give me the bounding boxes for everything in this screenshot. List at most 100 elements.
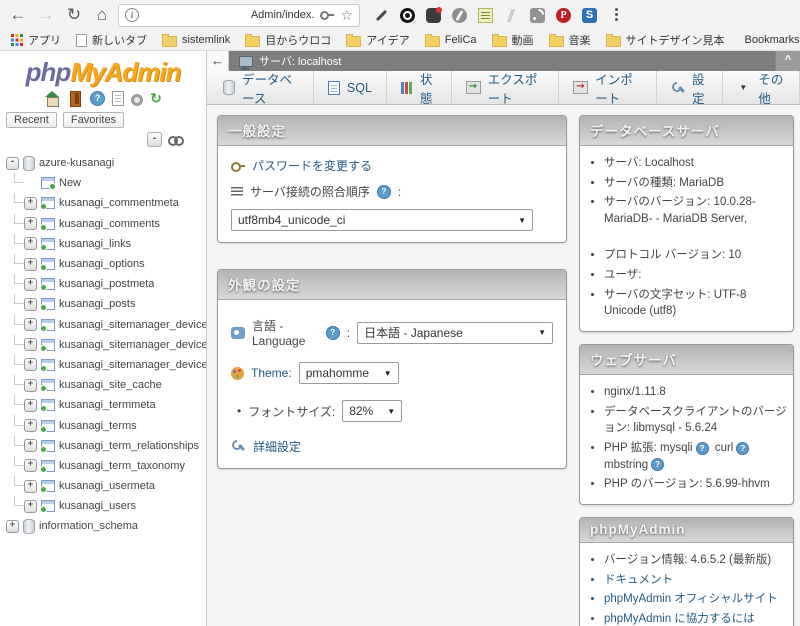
tree-row[interactable]: + kusanagi_site_cache [6,375,206,395]
bookmark-item[interactable]: 目からウロコ [240,32,336,48]
bookmark-item[interactable]: サイトデザイン見本 [601,32,730,48]
reload-navigation-icon[interactable]: ↻ [150,91,162,106]
eyedropper-icon[interactable] [374,8,389,23]
tree-row[interactable]: + kusanagi_terms [6,415,206,435]
tree-row[interactable]: + kusanagi_options [6,253,206,274]
home-icon[interactable]: ⌂ [90,1,114,29]
notes-icon[interactable] [478,7,493,23]
lightning-icon[interactable] [504,8,519,23]
bookmark-item[interactable]: アイデア [341,32,414,48]
font-size-select[interactable]: 82% ▼ [342,400,403,422]
favorites-button[interactable]: Favorites [62,112,125,128]
bookmark-item[interactable]: アプリ [6,32,66,48]
tab[interactable]: SQL [314,71,387,104]
help-icon[interactable]: ? [90,91,106,106]
evernote-icon[interactable] [426,6,442,23]
help-icon[interactable]: ? [376,184,391,199]
tree-toggle-icon[interactable]: + [24,257,37,271]
help-icon[interactable]: ? [736,441,750,455]
s-icon[interactable] [582,7,597,23]
tab[interactable]: インポート [559,71,658,106]
tree-row[interactable]: + kusanagi_commentmeta [6,193,206,213]
theme-label[interactable]: Theme: [251,366,292,380]
tree-row[interactable]: + kusanagi_term_taxonomy [6,455,206,476]
tree-toggle-icon[interactable]: + [24,499,37,513]
reload-icon[interactable]: ↻ [62,1,86,29]
collapse-all-button[interactable]: - [147,132,162,147]
url-bar[interactable]: i Admin/index. ☆ [118,3,360,27]
tree-toggle-icon[interactable]: + [24,358,37,372]
tree-row[interactable]: + kusanagi_links [6,233,206,254]
more-settings-link[interactable]: 詳細設定 [253,438,301,455]
recent-button[interactable]: Recent [6,112,57,128]
language-select[interactable]: 日本語 - Japanese ▼ [357,321,553,344]
change-password-link[interactable]: パスワードを変更する [252,157,372,174]
rss-icon[interactable] [530,7,545,23]
tree-toggle-icon[interactable]: + [24,217,37,231]
tree-toggle-icon[interactable]: + [6,519,19,533]
tree-row[interactable]: + kusanagi_users [6,496,206,516]
bookmark-item[interactable]: 音楽 [544,32,596,48]
tree-toggle-icon[interactable]: + [24,439,37,453]
hide-navigation-button[interactable]: ← [207,51,229,71]
tree-row[interactable]: - azure-kusanagi [6,153,206,173]
tree-toggle-icon[interactable]: + [24,297,37,311]
info-link[interactable]: phpMyAdmin オフィシャルサイト [604,591,789,608]
browser-menu-icon[interactable] [609,5,623,25]
tab[interactable]: 設定 [657,71,724,106]
documentation-icon[interactable] [112,91,125,106]
home-icon[interactable] [44,91,60,107]
tree-toggle-icon[interactable]: + [24,196,37,210]
tree-row[interactable]: + kusanagi_sitemanager_device_re [6,354,206,375]
target-icon[interactable] [400,7,415,23]
tree-row[interactable]: + kusanagi_term_relationships [6,435,206,456]
tree-row[interactable]: + kusanagi_comments [6,213,206,234]
tab[interactable]: その他 [723,71,800,106]
info-link[interactable]: ドキュメント [604,572,789,589]
tree-toggle-icon[interactable]: + [24,237,37,251]
help-icon[interactable]: ? [651,458,665,472]
url-text[interactable]: Admin/index. [145,9,315,21]
tree-row[interactable]: New [6,173,206,193]
link-with-main-panel-icon[interactable] [168,135,184,146]
tree-toggle-icon[interactable]: + [24,338,37,352]
info-link[interactable]: phpMyAdmin に協力するには [604,611,789,626]
help-icon[interactable]: ? [695,441,709,455]
tree-toggle-icon[interactable]: + [24,479,37,493]
logout-icon[interactable] [67,91,83,107]
swirl-icon[interactable] [452,7,467,23]
tree-row[interactable]: + kusanagi_termmeta [6,395,206,415]
tree-toggle-icon[interactable]: + [24,419,37,433]
theme-select[interactable]: pmahomme ▼ [298,362,399,384]
tree-row[interactable]: + kusanagi_sitemanager_device_gr [6,334,206,355]
bookmark-item[interactable]: Bookmarks [735,34,800,46]
tree-row[interactable]: + kusanagi_sitemanager_device [6,314,206,335]
tab[interactable]: データベース [209,71,314,106]
back-icon[interactable]: ← [6,1,30,29]
tab[interactable]: 状態 [387,71,452,106]
tree-toggle-icon[interactable]: - [6,156,19,170]
bookmark-item[interactable]: sistemlink [157,33,235,47]
tree-row[interactable]: + kusanagi_usermeta [6,476,206,496]
help-icon[interactable]: ? [325,325,340,340]
tree-toggle-icon[interactable]: + [24,277,37,291]
collation-select[interactable]: utf8mb4_unicode_ci ▼ [231,209,533,231]
phpmyadmin-logo[interactable]: phpMyAdmin [0,57,206,88]
page-info-icon[interactable]: i [125,8,139,22]
bookmark-item[interactable]: 動画 [487,32,539,48]
tree-row[interactable]: + kusanagi_posts [6,294,206,314]
tree-row[interactable]: + kusanagi_postmeta [6,274,206,294]
tree-toggle-icon[interactable]: + [24,318,37,332]
tree-row[interactable]: + information_schema [6,516,206,536]
tree-toggle-icon[interactable]: + [24,459,37,473]
bookmark-item[interactable]: 新しいタブ [71,32,152,48]
tree-toggle-icon[interactable]: + [24,398,37,412]
tree-toggle-icon[interactable]: + [24,378,37,392]
forward-icon[interactable]: → [34,1,58,29]
pinterest-icon[interactable] [556,7,571,23]
tab[interactable]: エクスポート [452,71,560,106]
key-icon[interactable] [320,11,335,20]
bookmark-star-icon[interactable]: ☆ [340,5,353,25]
bookmark-item[interactable]: FeliCa [420,33,482,47]
settings-gear-icon[interactable] [131,93,144,106]
